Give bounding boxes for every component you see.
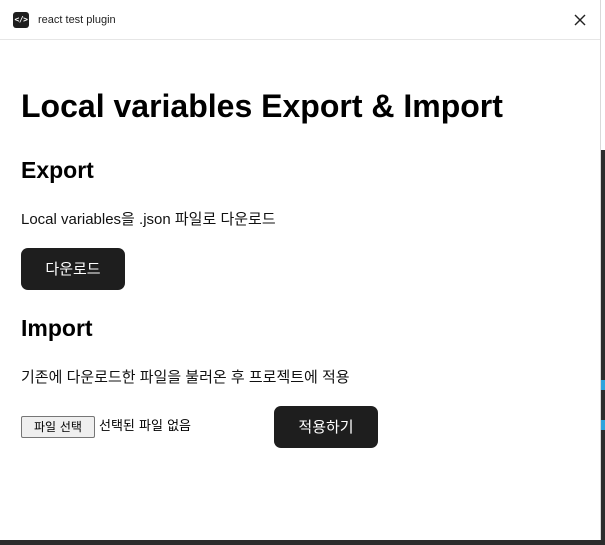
file-status-text: 선택된 파일 없음 [99,419,191,434]
plugin-window: </> react test plugin Local variables Ex… [0,0,601,540]
close-button[interactable] [570,10,590,30]
page-title: Local variables Export & Import [21,88,503,124]
close-icon [574,14,586,26]
apply-button[interactable]: 적용하기 [274,406,378,448]
file-choose-button[interactable]: 파일 선택 [21,416,95,438]
import-heading: Import [21,315,93,341]
titlebar: </> react test plugin [0,0,600,40]
code-icon: </> [13,12,29,28]
import-description: 기존에 다운로드한 파일을 불러온 후 프로젝트에 적용 [21,369,350,386]
export-heading: Export [21,157,94,183]
download-button[interactable]: 다운로드 [21,248,125,290]
export-description: Local variables을 .json 파일로 다운로드 [21,211,276,228]
window-title: react test plugin [38,14,116,26]
